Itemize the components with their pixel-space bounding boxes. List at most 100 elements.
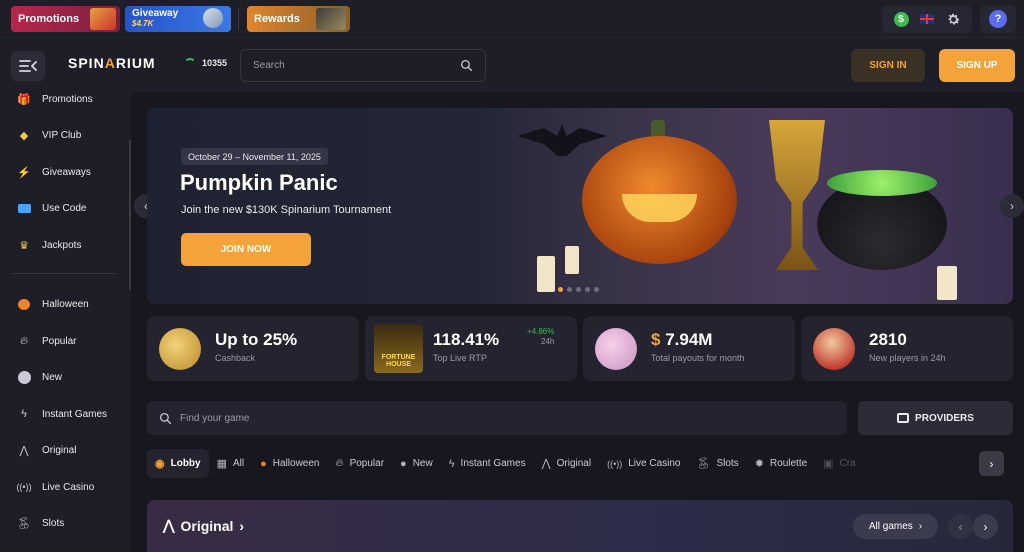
cashback-card[interactable]: Up to 25% Cashback bbox=[147, 316, 359, 381]
sidebar-item-label: Live Casino bbox=[42, 481, 95, 493]
sidebar-item-giveaways[interactable]: ⚡ Giveaways bbox=[17, 165, 91, 179]
tab-label: Original bbox=[556, 458, 592, 469]
section-prev-button[interactable]: ‹ bbox=[948, 514, 973, 539]
section-next-button[interactable]: › bbox=[973, 514, 998, 539]
sidebar-item-original[interactable]: ⋀ Original bbox=[17, 443, 76, 457]
online-players: 10355 bbox=[184, 58, 227, 68]
new-badge-icon bbox=[17, 370, 31, 384]
sidebar-divider bbox=[12, 273, 116, 274]
currency-button[interactable]: $ bbox=[888, 6, 914, 32]
sidebar-item-popular[interactable]: 🔥︎ Popular bbox=[17, 334, 77, 348]
trophy-illustration bbox=[769, 120, 825, 270]
broadcast-icon: ((•)) bbox=[16, 482, 32, 492]
menu-toggle-button[interactable] bbox=[11, 51, 45, 81]
rewards-banner-label: Rewards bbox=[254, 13, 300, 25]
sign-in-button[interactable]: SIGN IN bbox=[851, 49, 925, 82]
candle-illustration bbox=[565, 246, 579, 274]
sidebar-item-new[interactable]: New bbox=[17, 370, 62, 384]
preferences-group: $ bbox=[882, 5, 972, 33]
bolt-icon: ϟ bbox=[448, 457, 455, 470]
payouts-label: Total payouts for month bbox=[651, 353, 745, 363]
top-rtp-card[interactable]: FORTUNE HOUSE 118.41% Top Live RTP +4.86… bbox=[365, 316, 577, 381]
online-count: 10355 bbox=[202, 58, 228, 68]
promo-banner[interactable]: October 29 – November 11, 2025 Pumpkin P… bbox=[147, 108, 1013, 304]
sidebar-item-halloween[interactable]: Halloween bbox=[17, 297, 89, 311]
categories-next-button[interactable]: › bbox=[979, 451, 1004, 476]
carousel-dot[interactable] bbox=[585, 287, 590, 292]
ticket-icon bbox=[17, 201, 31, 215]
category-tabs: ◉ Lobby ▦ All ● Halloween 🔥︎ Popular ● New ϟI… bbox=[147, 449, 977, 478]
payouts-amount: 7.94M bbox=[665, 330, 713, 349]
cash-stack-icon bbox=[316, 8, 346, 30]
divider bbox=[238, 8, 239, 30]
game-search-input[interactable]: Find your game bbox=[147, 401, 847, 435]
potion-brew bbox=[827, 170, 937, 196]
search-input[interactable]: Search bbox=[240, 49, 486, 82]
tab-slots[interactable]: 🍒︎ Slots bbox=[688, 449, 746, 478]
tab-all[interactable]: ▦ All bbox=[209, 449, 253, 478]
dollar-icon: $ bbox=[893, 11, 909, 27]
new-badge-icon: ● bbox=[400, 457, 407, 470]
wifi-icon bbox=[184, 58, 196, 68]
help-button[interactable]: ? bbox=[985, 6, 1011, 32]
spinarium-logo[interactable]: SPINARIUM bbox=[68, 55, 156, 71]
sidebar-item-vip-club[interactable]: ◆ VIP Club bbox=[17, 128, 82, 142]
carousel-dot[interactable] bbox=[567, 287, 572, 292]
tab-roulette[interactable]: ✹ Roulette bbox=[747, 449, 815, 478]
tab-instant-games[interactable]: ϟ Instant Games bbox=[441, 449, 534, 478]
sidebar-item-label: Jackpots bbox=[42, 239, 82, 251]
promotions-banner-button[interactable]: Promotions bbox=[11, 6, 120, 32]
language-button[interactable] bbox=[914, 6, 940, 32]
chevron-left-icon: ‹ bbox=[958, 519, 963, 534]
carousel-dot[interactable] bbox=[576, 287, 581, 292]
new-players-card[interactable]: 2810 New players in 24h bbox=[801, 316, 1013, 381]
tab-live-casino[interactable]: ((•)) Live Casino bbox=[599, 449, 688, 478]
fortune-house-thumbnail: FORTUNE HOUSE bbox=[374, 324, 423, 373]
money-bag-icon bbox=[595, 328, 637, 370]
join-now-button[interactable]: JOIN NOW bbox=[181, 233, 311, 266]
sidebar-item-slots[interactable]: 🍒︎ Slots bbox=[17, 516, 64, 530]
tab-lobby[interactable]: ◉ Lobby bbox=[147, 449, 209, 478]
gear-icon bbox=[948, 13, 959, 24]
rewards-banner-button[interactable]: Rewards bbox=[247, 6, 350, 32]
sidebar-item-jackpots[interactable]: ♛ Jackpots bbox=[17, 238, 81, 252]
roulette-icon: ✹ bbox=[754, 458, 764, 470]
payouts-currency: $ bbox=[651, 330, 661, 349]
providers-button[interactable]: PROVIDERS bbox=[858, 401, 1013, 435]
logo-text-end: RIUM bbox=[115, 55, 156, 71]
sidebar-item-use-code[interactable]: Use Code bbox=[17, 201, 86, 215]
banner-title: Pumpkin Panic bbox=[180, 170, 338, 195]
all-games-button[interactable]: All games › bbox=[853, 514, 938, 539]
section-title[interactable]: ⋀ Original › bbox=[163, 517, 244, 534]
sidebar-item-promotions[interactable]: 🎁 Promotions bbox=[17, 92, 93, 106]
sidebar-scrollbar[interactable] bbox=[129, 140, 131, 290]
tab-label: Halloween bbox=[272, 458, 320, 469]
candle-illustration bbox=[937, 266, 957, 300]
settings-button[interactable] bbox=[940, 6, 966, 32]
sidebar-item-label: Halloween bbox=[42, 298, 89, 310]
carousel-dot[interactable] bbox=[594, 287, 599, 292]
giveaway-banner-button[interactable]: Giveaway $4.7K bbox=[125, 6, 231, 32]
sidebar-item-label: Promotions bbox=[42, 93, 93, 105]
main-header: SPINARIUM 10355 Search SIGN IN SIGN UP bbox=[0, 38, 1024, 92]
payouts-card[interactable]: $ 7.94M Total payouts for month bbox=[583, 316, 795, 381]
sidebar-item-instant-games[interactable]: ϟ Instant Games bbox=[17, 407, 107, 421]
tab-popular[interactable]: 🔥︎ Popular bbox=[328, 449, 393, 478]
tab-new[interactable]: ● New bbox=[392, 449, 441, 478]
gift-icon: 🎁 bbox=[17, 93, 31, 106]
watch-icon bbox=[203, 8, 223, 28]
sidebar-item-label: New bbox=[42, 371, 63, 383]
pumpkin-illustration bbox=[582, 136, 737, 264]
banner-next-button[interactable]: › bbox=[1000, 194, 1024, 218]
sidebar: 🎁 Promotions ◆ VIP Club ⚡ Giveaways Use Cod… bbox=[0, 92, 131, 552]
carousel-dot[interactable] bbox=[558, 287, 563, 292]
tab-label: All bbox=[233, 458, 245, 469]
tab-label: Popular bbox=[349, 458, 385, 469]
tab-crash[interactable]: ▣ Cra bbox=[815, 449, 864, 478]
sidebar-item-live-casino[interactable]: ((•)) Live Casino bbox=[16, 480, 95, 494]
tab-halloween[interactable]: ● Halloween bbox=[252, 449, 327, 478]
chevron-right-icon: › bbox=[918, 521, 923, 532]
sign-up-button[interactable]: SIGN UP bbox=[939, 49, 1015, 82]
tab-original[interactable]: ⋀ Original bbox=[534, 449, 600, 478]
chevron-right-icon: › bbox=[989, 456, 994, 471]
